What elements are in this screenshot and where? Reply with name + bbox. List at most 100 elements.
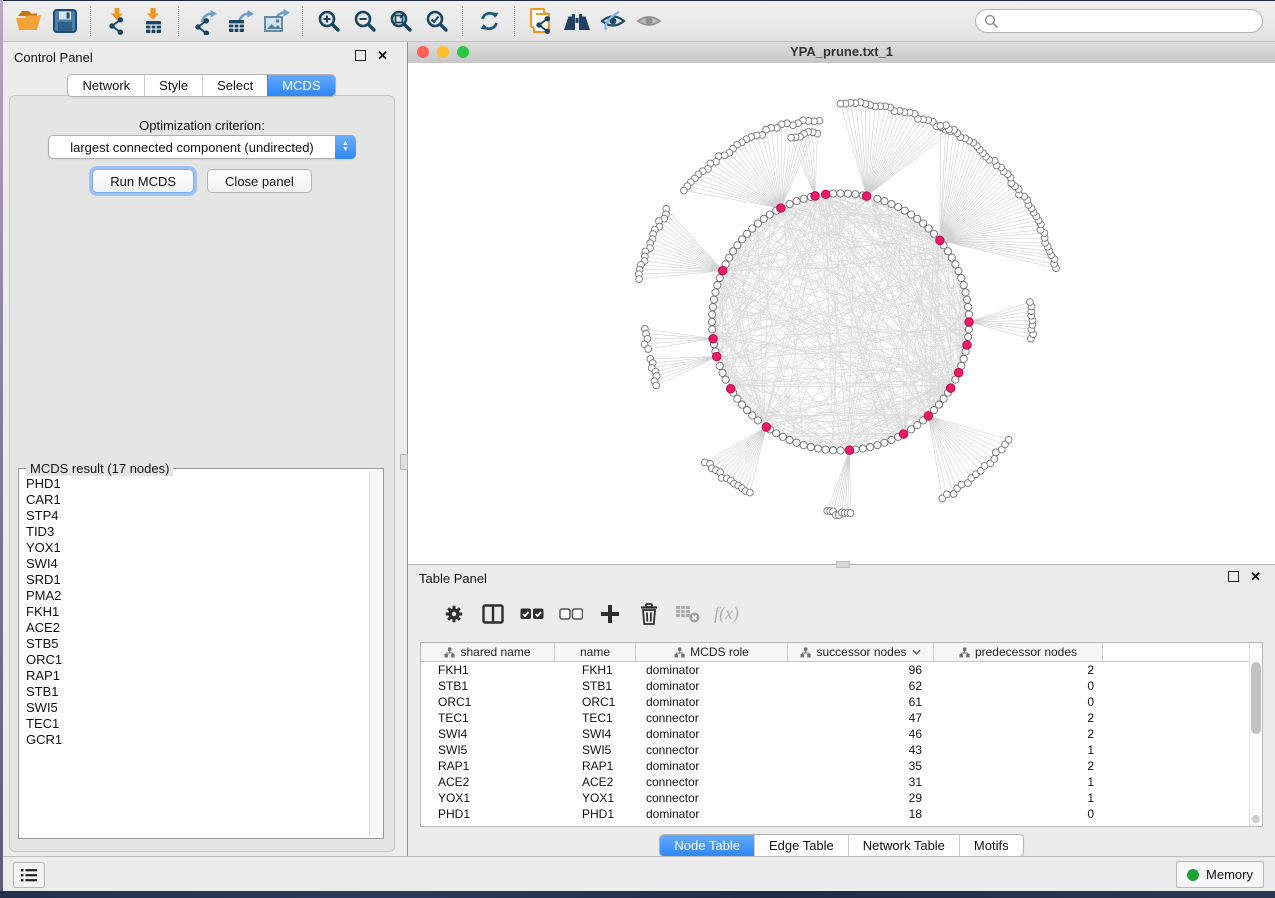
- mcds-result-item[interactable]: FKH1: [26, 604, 365, 620]
- mcds-result-item[interactable]: TEC1: [26, 716, 365, 732]
- function-builder-icon: f(x): [714, 603, 739, 624]
- columns-button[interactable]: [473, 596, 512, 632]
- mcds-result-item[interactable]: PHD1: [26, 476, 365, 492]
- column-header-successor-nodes[interactable]: successor nodes: [788, 643, 934, 661]
- float-table-panel-icon[interactable]: [1228, 571, 1239, 582]
- table-tab-motifs[interactable]: Motifs: [959, 835, 1023, 856]
- mcds-result-item[interactable]: PMA2: [26, 588, 365, 604]
- save-session-icon: [52, 8, 78, 34]
- zoom-in-button[interactable]: [311, 4, 347, 38]
- export-image-button[interactable]: [259, 4, 295, 38]
- table-scrollbar[interactable]: [1249, 643, 1262, 826]
- maximize-window-icon[interactable]: [457, 46, 469, 58]
- toolbar-separator: [514, 6, 516, 36]
- mcds-result-item[interactable]: CAR1: [26, 492, 365, 508]
- network-view[interactable]: [408, 63, 1275, 564]
- search-box[interactable]: [975, 9, 1263, 33]
- table-row[interactable]: STB1STB1dominator620: [421, 678, 1250, 694]
- mcds-result-item[interactable]: YOX1: [26, 540, 365, 556]
- vertical-splitter[interactable]: [400, 42, 408, 857]
- memory-button[interactable]: Memory: [1176, 861, 1264, 888]
- mcds-result-item[interactable]: SRD1: [26, 572, 365, 588]
- settings-icon: [443, 603, 465, 625]
- clone-network-icon: [528, 7, 554, 35]
- cell-successor-nodes: 29: [788, 791, 934, 805]
- mcds-result-item[interactable]: TID3: [26, 524, 365, 540]
- main-toolbar: [3, 1, 1275, 42]
- task-history-button[interactable]: [13, 862, 45, 888]
- tab-network[interactable]: Network: [68, 75, 144, 96]
- search-input[interactable]: [998, 11, 1262, 31]
- mcds-result-item[interactable]: ORC1: [26, 652, 365, 668]
- mcds-result-item[interactable]: STB1: [26, 684, 365, 700]
- mcds-result-item[interactable]: RAP1: [26, 668, 365, 684]
- deselect-all-button[interactable]: [551, 596, 590, 632]
- cell-mcds-role: dominator: [636, 663, 788, 677]
- splitter-grabber[interactable]: [400, 454, 408, 470]
- criterion-dropdown[interactable]: largest connected component (undirected)…: [48, 135, 356, 159]
- table-row[interactable]: SWI4SWI4dominator462: [421, 726, 1250, 742]
- table-row[interactable]: TEC1TEC1connector472: [421, 710, 1250, 726]
- tab-select[interactable]: Select: [202, 75, 267, 96]
- run-mcds-button[interactable]: Run MCDS: [92, 169, 194, 193]
- table-scrollbar-button[interactable]: [1252, 815, 1260, 823]
- settings-button[interactable]: [434, 596, 473, 632]
- clone-network-button[interactable]: [523, 4, 559, 38]
- cell-name: STB1: [555, 679, 636, 693]
- import-table-button[interactable]: [135, 4, 171, 38]
- show-all-button[interactable]: [631, 4, 667, 38]
- close-panel-button[interactable]: Close panel: [207, 169, 312, 193]
- import-network-button[interactable]: [99, 4, 135, 38]
- table-row[interactable]: ACE2ACE2connector311: [421, 774, 1250, 790]
- select-all-button[interactable]: [512, 596, 551, 632]
- table-row[interactable]: SWI5SWI5connector431: [421, 742, 1250, 758]
- toolbar-separator: [302, 6, 304, 36]
- mcds-result-item[interactable]: STP4: [26, 508, 365, 524]
- table-row[interactable]: ORC1ORC1dominator610: [421, 694, 1250, 710]
- mcds-result-item[interactable]: SWI5: [26, 700, 365, 716]
- table-row[interactable]: FKH1FKH1dominator962: [421, 662, 1250, 678]
- column-header-predecessor-nodes[interactable]: predecessor nodes: [934, 643, 1103, 661]
- table-row[interactable]: PHD1PHD1dominator180: [421, 806, 1250, 822]
- minimize-window-icon[interactable]: [437, 46, 449, 58]
- zoom-out-button[interactable]: [347, 4, 383, 38]
- column-header-MCDS-role[interactable]: MCDS role: [636, 643, 788, 661]
- table-tab-network-table[interactable]: Network Table: [848, 835, 959, 856]
- search-network-button[interactable]: [559, 4, 595, 38]
- float-panel-icon[interactable]: [355, 50, 366, 61]
- mcds-list-scrollbar[interactable]: [369, 471, 381, 836]
- cell-predecessor-nodes: 2: [934, 711, 1103, 725]
- network-window-titlebar[interactable]: YPA_prune.txt_1: [408, 42, 1275, 64]
- zoom-fit-button[interactable]: [383, 4, 419, 38]
- table-tab-node-table[interactable]: Node Table: [660, 835, 754, 856]
- cell-successor-nodes: 31: [788, 775, 934, 789]
- mcds-result-item[interactable]: SWI4: [26, 556, 365, 572]
- mcds-result-item[interactable]: ACE2: [26, 620, 365, 636]
- export-table-button[interactable]: [223, 4, 259, 38]
- table-row[interactable]: RAP1RAP1dominator352: [421, 758, 1250, 774]
- export-network-button[interactable]: [187, 4, 223, 38]
- refresh-button[interactable]: [471, 4, 507, 38]
- mcds-result-item[interactable]: STB5: [26, 636, 365, 652]
- cell-successor-nodes: 47: [788, 711, 934, 725]
- close-table-panel-icon[interactable]: ✕: [1250, 571, 1261, 582]
- horizontal-splitter-grabber[interactable]: [836, 561, 850, 568]
- zoom-selected-button[interactable]: [419, 4, 455, 38]
- table-tab-edge-table[interactable]: Edge Table: [754, 835, 848, 856]
- column-header-name[interactable]: name: [555, 643, 636, 661]
- tab-style[interactable]: Style: [144, 75, 202, 96]
- tab-mcds[interactable]: MCDS: [267, 75, 334, 96]
- table-scrollbar-thumb[interactable]: [1251, 662, 1261, 734]
- save-session-button[interactable]: [47, 4, 83, 38]
- delete-rows-button[interactable]: [629, 596, 668, 632]
- add-row-button[interactable]: [590, 596, 629, 632]
- column-header-shared-name[interactable]: shared name: [421, 643, 555, 661]
- mcds-result-list[interactable]: PHD1CAR1STP4TID3YOX1SWI4SRD1PMA2FKH1ACE2…: [26, 476, 365, 834]
- table-row[interactable]: YOX1YOX1connector291: [421, 790, 1250, 806]
- hide-selection-button[interactable]: [595, 4, 631, 38]
- close-window-icon[interactable]: [417, 46, 429, 58]
- mcds-result-item[interactable]: GCR1: [26, 732, 365, 748]
- open-session-button[interactable]: [11, 4, 47, 38]
- control-panel: Control Panel ✕ NetworkStyleSelectMCDS O…: [3, 42, 400, 857]
- close-panel-icon[interactable]: ✕: [377, 50, 388, 61]
